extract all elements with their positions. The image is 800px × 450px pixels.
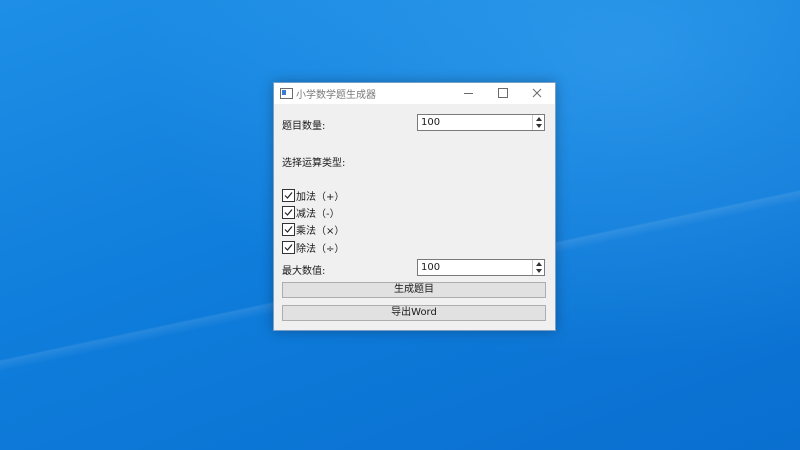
question-count-label: 题目数量:: [282, 121, 326, 132]
maximize-button[interactable]: [485, 83, 519, 104]
max-value-spinbox[interactable]: 100: [417, 259, 545, 276]
max-value-label: 最大数值:: [282, 266, 326, 277]
checkbox-label: 乘法（×）: [296, 226, 345, 237]
max-value-stepper[interactable]: [532, 260, 544, 275]
checkmark-icon: [284, 244, 293, 251]
question-count-stepper[interactable]: [532, 115, 544, 130]
minimize-button[interactable]: [451, 83, 485, 104]
title-bar[interactable]: 小学数学题生成器: [274, 83, 555, 104]
max-value-value: 100: [421, 262, 441, 273]
window-title: 小学数学题生成器: [296, 90, 376, 101]
checkmark-icon: [284, 209, 293, 216]
checkmark-icon: [284, 192, 293, 199]
checkbox-box[interactable]: [282, 189, 295, 202]
close-button[interactable]: [520, 83, 554, 104]
export-word-button[interactable]: 导出Word: [282, 305, 546, 321]
arrow-down-icon[interactable]: [536, 124, 542, 128]
checkbox-box[interactable]: [282, 206, 295, 219]
arrow-down-icon[interactable]: [536, 269, 542, 273]
generate-button[interactable]: 生成题目: [282, 282, 546, 298]
checkbox-label: 减法（-）: [296, 209, 340, 220]
checkmark-icon: [284, 226, 293, 233]
arrow-up-icon[interactable]: [536, 262, 542, 266]
arrow-up-icon[interactable]: [536, 117, 542, 121]
checkbox-box[interactable]: [282, 241, 295, 254]
close-icon: [532, 88, 542, 98]
checkbox-label: 除法（÷）: [296, 244, 345, 255]
checkbox-box[interactable]: [282, 223, 295, 236]
question-count-value: 100: [421, 117, 441, 128]
minimize-icon: [464, 93, 473, 94]
checkbox-label: 加法（+）: [296, 192, 345, 203]
app-icon: [280, 88, 293, 99]
maximize-icon: [498, 88, 508, 98]
operation-type-label: 选择运算类型:: [282, 158, 346, 169]
app-window: 小学数学题生成器 题目数量: 100 选择运算类型: 加法（+） 减法（-） 乘…: [273, 82, 556, 331]
question-count-spinbox[interactable]: 100: [417, 114, 545, 131]
